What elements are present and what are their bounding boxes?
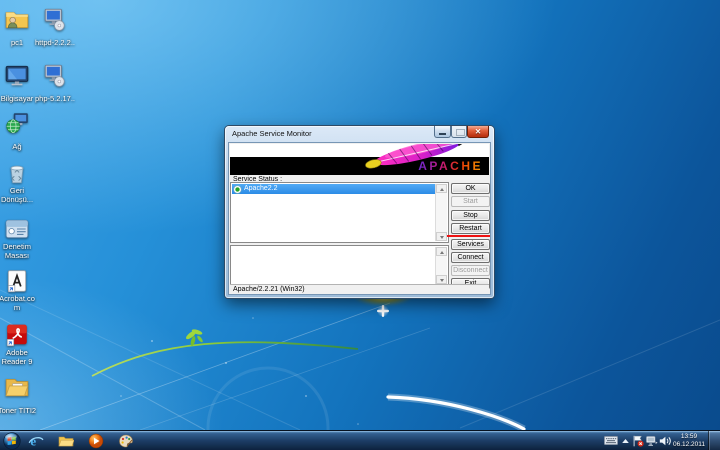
desktop-icon-label: php-5.2.17.. bbox=[35, 95, 75, 104]
desktop-icon-label: Geri Dönüşü... bbox=[0, 187, 38, 204]
taskbar-item-media-player[interactable] bbox=[88, 433, 104, 449]
taskbar-item-internet-explorer[interactable]: e bbox=[28, 433, 44, 449]
leaf-sparkle bbox=[185, 328, 204, 346]
service-list[interactable]: Apache2.2 bbox=[230, 182, 449, 243]
shared-folder-icon bbox=[4, 6, 30, 32]
minimize-button[interactable] bbox=[434, 126, 451, 138]
folder-icon bbox=[4, 374, 30, 400]
volume-icon[interactable] bbox=[659, 436, 671, 446]
desktop-icon-control-panel[interactable]: Denetim Masası bbox=[0, 216, 39, 263]
desktop-icon-recycle-bin[interactable]: Geri Dönüşü... bbox=[0, 160, 39, 207]
desktop-icon-label: Adobe Reader 9 bbox=[0, 349, 38, 366]
scroll-up-icon[interactable] bbox=[436, 184, 447, 193]
status-bar: Apache/2.2.21 (Win32) bbox=[230, 284, 489, 293]
titlebar[interactable]: Apache Service Monitor bbox=[225, 126, 494, 142]
log-list-scrollbar[interactable] bbox=[435, 247, 447, 284]
scroll-down-icon[interactable] bbox=[436, 275, 447, 284]
desktop-icon-acrobat-com[interactable]: Acrobat.com bbox=[0, 268, 39, 315]
disconnect-button: Disconnect bbox=[451, 265, 490, 276]
restart-highlight-annotation bbox=[447, 235, 490, 237]
scroll-up-icon[interactable] bbox=[436, 247, 447, 256]
taskbar-item-paint[interactable] bbox=[118, 433, 134, 449]
internet-explorer-icon: e bbox=[28, 433, 44, 449]
desktop-icon-label: pc1 bbox=[11, 39, 23, 48]
clock[interactable]: 13:59 06.12.2011 bbox=[671, 433, 707, 449]
action-center-icon[interactable] bbox=[632, 435, 644, 447]
desktop-icon-toner-folder[interactable]: Toner TITI2 bbox=[0, 374, 39, 418]
taskbar-item-windows-explorer[interactable] bbox=[58, 433, 74, 449]
restart-button[interactable]: Restart bbox=[451, 223, 490, 234]
connect-button[interactable]: Connect bbox=[451, 252, 490, 263]
desktop-icon-label: httpd-2.2.2.. bbox=[35, 39, 75, 48]
apache-service-monitor-window: Apache Service Monitor APACHE bbox=[225, 126, 494, 298]
desktop-icon-label: Bilgisayar bbox=[1, 95, 34, 104]
recycle-bin-icon bbox=[4, 160, 30, 186]
desktop-icon-label: Acrobat.com bbox=[0, 295, 38, 312]
language-keyboard-icon[interactable] bbox=[604, 436, 618, 445]
installer-icon bbox=[42, 62, 68, 88]
start-button: Start bbox=[451, 196, 490, 207]
acrobat-document-icon bbox=[4, 268, 30, 294]
service-name: Apache2.2 bbox=[244, 185, 277, 192]
ok-button[interactable]: OK bbox=[451, 183, 490, 194]
play-icon bbox=[88, 433, 104, 449]
desktop-icon-label: Ağ bbox=[12, 143, 21, 152]
desktop-icon-label: Toner TITI2 bbox=[0, 407, 36, 416]
service-list-scrollbar[interactable] bbox=[435, 184, 447, 241]
control-panel-icon bbox=[4, 216, 30, 242]
apache-feather-icon bbox=[355, 144, 477, 171]
network-globe-icon bbox=[4, 110, 30, 136]
stop-button[interactable]: Stop bbox=[451, 210, 490, 221]
scroll-down-icon[interactable] bbox=[436, 232, 447, 241]
palette-icon bbox=[118, 433, 134, 449]
service-list-item-apache22[interactable]: Apache2.2 bbox=[232, 184, 435, 194]
start-button[interactable] bbox=[3, 432, 21, 450]
maximize-button-disabled bbox=[451, 126, 467, 138]
chevron-up-icon bbox=[622, 439, 629, 443]
network-status-icon[interactable] bbox=[646, 436, 658, 446]
taskbar: e bbox=[0, 430, 720, 450]
clock-date: 06.12.2011 bbox=[671, 441, 707, 449]
show-hidden-icons-button[interactable] bbox=[621, 438, 630, 444]
desktop: pc1 httpd-2.2.2.. Bilgisayar php-5.2.17.… bbox=[0, 0, 720, 430]
close-button[interactable] bbox=[467, 126, 489, 138]
services-button[interactable]: Services bbox=[451, 239, 490, 250]
computer-icon bbox=[4, 62, 30, 88]
window-title: Apache Service Monitor bbox=[232, 129, 312, 138]
log-list[interactable] bbox=[230, 245, 449, 286]
folder-icon bbox=[58, 433, 74, 449]
desktop-icon-adobe-reader[interactable]: Adobe Reader 9 bbox=[0, 322, 39, 369]
cross-sparkle bbox=[377, 305, 389, 317]
clock-time: 13:59 bbox=[671, 433, 707, 441]
desktop-icon-php-installer[interactable]: php-5.2.17.. bbox=[33, 62, 77, 106]
adobe-reader-icon bbox=[4, 322, 30, 348]
installer-icon bbox=[42, 6, 68, 32]
flag-icon bbox=[635, 436, 642, 440]
desktop-icon-label: Denetim Masası bbox=[0, 243, 38, 260]
dialog-client-area: APACHE bbox=[228, 142, 491, 295]
apache-logo-banner: APACHE bbox=[230, 144, 489, 175]
show-desktop-button[interactable] bbox=[708, 431, 720, 450]
desktop-icon-network[interactable]: Ağ bbox=[0, 110, 39, 154]
svg-text:e: e bbox=[30, 434, 36, 449]
desktop-icon-httpd-installer[interactable]: httpd-2.2.2.. bbox=[33, 6, 77, 50]
service-running-icon bbox=[234, 186, 241, 193]
